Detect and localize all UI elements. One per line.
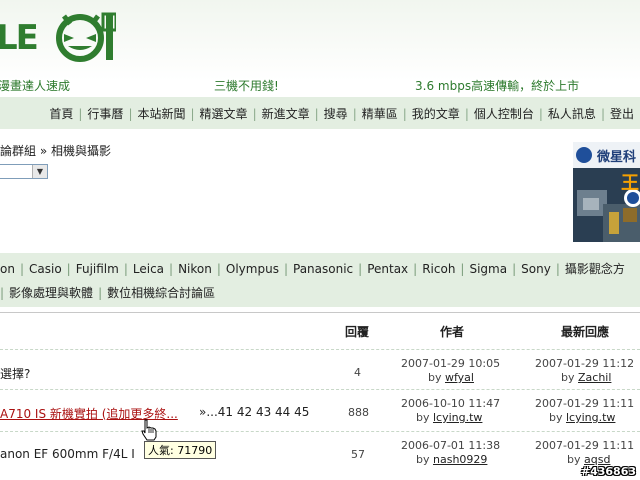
promo-link-2[interactable]: 三機不用錢! [214,77,279,94]
topic-replies: 57 [351,448,365,461]
ad-banner-text-top: 微星科 [597,150,637,165]
brand-ricoh[interactable]: Ricoh [422,262,455,276]
hand-cursor-icon [141,419,157,441]
brand-row-2: | 影像處理與軟體 | 數位相機綜合討論區 [0,286,216,300]
forum-image-software[interactable]: 影像處理與軟體 [9,286,93,300]
site-logo-icon[interactable] [54,6,116,62]
row-divider [0,389,640,390]
ad-banner[interactable]: 微星科 王 [573,142,640,242]
breadcrumb: 論群組 » 相機與攝影 [0,142,111,159]
nav-my-articles[interactable]: 我的文章 [412,107,460,121]
forum-jump-select[interactable]: ▼ [0,164,48,179]
topic-author-line: by wfyal [428,371,474,384]
topic-last-line: by Zachil [561,371,612,384]
brand-sony[interactable]: Sony [521,262,551,276]
nav-featured-articles[interactable]: 精選文章 [200,107,248,121]
topic-replies: 888 [348,406,369,419]
brand-row-1: on | Casio | Fujifilm | Leica | Nikon | Olympus | Pa… [0,262,625,276]
topic-page-links[interactable]: »...41 42 43 44 45 [199,405,309,419]
row-divider [0,431,640,432]
main-nav-bar: 首頁 | 行事曆 | 本站新聞 | 精選文章 | 新進文章 | 搜尋 | 精華區 | 我的文章 | 個人控制台 |… [0,97,640,129]
chevron-down-icon[interactable]: ▼ [32,165,47,178]
topic-author-line: by nash0929 [416,453,488,466]
topic-author-line: by lcying.tw [416,411,483,424]
promo-link-1[interactable]: 漫畫達人速成 [0,77,70,94]
column-header-replies: 回覆 [345,325,370,339]
topic-title[interactable]: anon EF 600mm F/4L I [0,447,135,461]
row-divider [0,349,640,350]
ad-banner-text-mid: 王 [621,173,639,194]
watermark-id: #436863 [580,465,636,478]
breadcrumb-arrow: » [39,144,48,158]
promo-link-3[interactable]: 3.6 mbps高速傳輸，終於上市 [415,77,579,94]
topic-author-date: 2006-07-01 11:38 [401,439,501,452]
nav-private-messages[interactable]: 私人訊息 [548,107,596,121]
nav-control-panel[interactable]: 個人控制台 [474,107,534,121]
topic-last-date: 2007-01-29 11:11 [535,439,635,452]
nav-search[interactable]: 搜尋 [324,107,348,121]
brand-photo-concepts[interactable]: 攝影觀念方 [565,262,625,276]
topic-last-date: 2007-01-29 11:11 [535,397,635,410]
column-header-latest: 最新回應 [561,325,610,339]
topic-author-link[interactable]: nash0929 [433,453,487,466]
brand-leica[interactable]: Leica [133,262,164,276]
table-top-divider [0,312,640,313]
brand-olympus[interactable]: Olympus [226,262,279,276]
topic-author-link[interactable]: lcying.tw [433,411,482,424]
main-nav-items: 首頁 | 行事曆 | 本站新聞 | 精選文章 | 新進文章 | 搜尋 | 精華區 | 我的文章 | 個人控制台 |… [49,107,634,121]
popularity-tooltip: 人氣: 71790 [144,441,217,459]
topic-author-date: 2007-01-29 10:05 [401,357,501,370]
topic-author-date: 2006-10-10 11:47 [401,397,501,410]
brand-sigma[interactable]: Sigma [469,262,507,276]
topic-last-line: by lcying.tw [549,411,616,424]
nav-calendar[interactable]: 行事曆 [87,107,123,121]
nav-logout[interactable]: 登出 [610,107,634,121]
site-header: LE 漫畫達人速成 三機不用錢! 3.6 mbps高速傳輸，終於上市 [0,0,640,95]
nav-highlights[interactable]: 精華區 [362,107,398,121]
topic-last-user-link[interactable]: lcying.tw [566,411,615,424]
topic-last-date: 2007-01-29 11:12 [535,357,635,370]
brand-pentax[interactable]: Pentax [367,262,408,276]
nav-new-articles[interactable]: 新進文章 [262,107,310,121]
topic-title[interactable]: 選擇? [0,365,30,382]
topic-last-user-link[interactable]: Zachil [578,371,611,384]
brand-casio[interactable]: Casio [29,262,62,276]
forum-general-discussion[interactable]: 數位相機綜合討論區 [107,286,215,300]
brand-nikon[interactable]: Nikon [178,262,212,276]
brand-canon[interactable]: on [0,262,15,276]
topic-replies: 4 [354,366,361,379]
brand-link-bar: on | Casio | Fujifilm | Leica | Nikon | Olympus | Pa… [0,253,640,307]
brand-panasonic[interactable]: Panasonic [293,262,353,276]
brand-fujifilm[interactable]: Fujifilm [76,262,119,276]
breadcrumb-current[interactable]: 相機與攝影 [51,144,111,158]
topic-author-link[interactable]: wfyal [445,371,474,384]
breadcrumb-parent[interactable]: 論群組 [0,144,36,158]
site-logo-text[interactable]: LE [0,18,39,58]
nav-site-news[interactable]: 本站新聞 [137,107,185,121]
column-header-author: 作者 [440,325,465,339]
nav-home[interactable]: 首頁 [49,107,73,121]
